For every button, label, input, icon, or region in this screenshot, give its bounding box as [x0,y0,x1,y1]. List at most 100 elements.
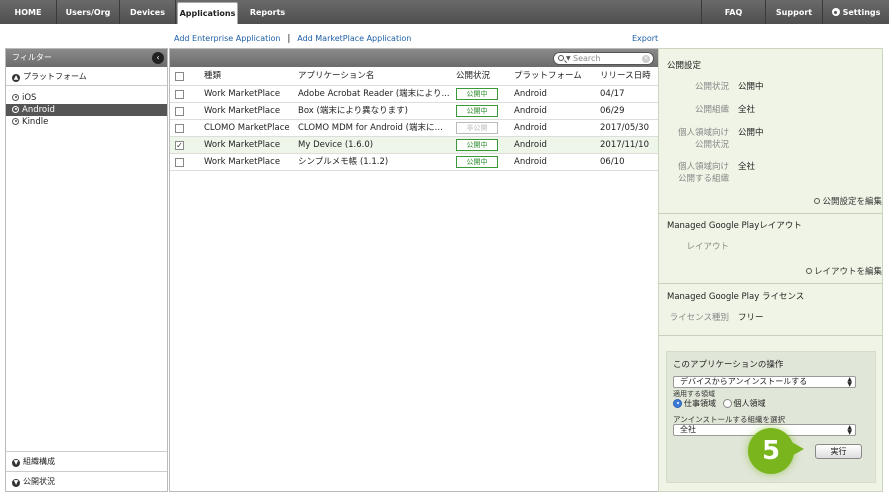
license-type-label: ライセンス種別 [669,313,729,323]
cell-app-name[interactable]: CLOMO MDM for Android (端末によ... [298,120,450,136]
status-badge: 公開中 [456,87,498,100]
status-badge: 公開中 [456,104,498,117]
label-line: 個人領域向け [677,128,729,138]
execute-button[interactable]: 実行 [815,444,862,459]
detail-panel: 公開設定 公開状況 公開中 公開組織 全社 個人領域向け 公開状況 公開中 個人領… [658,48,883,492]
platform-item-android[interactable]: Android [6,104,167,116]
operation-select-value: デバイスからアンインストールする [680,377,808,386]
personal-status-label: 個人領域向け 公開状況 [678,127,729,151]
scope-personal-radio[interactable]: 個人領域 [722,398,766,408]
tab-users-org[interactable]: Users/Org [57,0,120,24]
column-header-platform[interactable]: プラットフォーム [514,67,582,85]
platform-item-ios[interactable]: iOS [6,92,167,104]
cell-platform: Android [514,140,547,150]
org-group-label: 組織構成 [23,457,55,466]
scope-radio-group: 仕事領域 個人領域 [673,398,766,409]
row-checkbox[interactable] [175,124,184,133]
add-enterprise-app-link[interactable]: Add Enterprise Application [174,34,280,43]
table-row[interactable]: Work MarketPlace Adobe Acrobat Reader (端末… [170,86,658,103]
cell-status: 公開中 [456,103,512,119]
filter-title: フィルター [12,53,52,62]
platform-group-header[interactable]: ▲ プラットフォーム [6,67,167,86]
license-type-value: フリー [738,313,764,323]
clear-icon[interactable]: × [642,55,650,63]
cell-app-name[interactable]: シンプルメモ帳 (1.1.2) [298,154,450,170]
table-row[interactable]: Work MarketPlace Box (端末により異なります) 公開中 Andro… [170,103,658,120]
cell-app-name[interactable]: Adobe Acrobat Reader (端末により... [298,86,450,102]
cell-status: 公開中 [456,154,512,170]
select-arrows-icon: ▲ ▼ [847,376,852,388]
collapse-panel-icon[interactable]: ‹ [152,52,164,64]
step-number-badge: 5 [748,428,794,474]
column-header-release-date[interactable]: リリース日時 [600,67,651,85]
top-nav: HOME Users/Org Devices Applications Repo… [0,0,889,24]
search-input[interactable]: ▼ Search × [553,52,654,65]
status-badge: 非公開 [456,121,498,134]
operation-select[interactable]: デバイスからアンインストールする ▲ ▼ [673,376,856,388]
tab-home[interactable]: HOME [0,0,57,24]
publish-status-value: 公開中 [738,82,764,92]
cell-platform: Android [514,157,547,167]
status-badge: 公開中 [456,155,498,168]
cell-release-date: 06/29 [600,106,625,116]
edit-layout-link[interactable]: レイアウトを編集 [805,265,882,277]
status-badge: 公開中 [456,138,498,151]
row-checkbox[interactable]: ✓ [175,141,184,150]
scope-work-label: 仕事領域 [684,399,716,408]
tab-devices[interactable]: Devices [120,0,176,24]
platform-label: Kindle [22,117,49,127]
radio-icon [722,398,732,408]
link-separator: | [287,34,291,44]
cell-release-date: 06/10 [600,157,625,167]
support-link[interactable]: Support [765,0,822,24]
column-header-type[interactable]: 種類 [204,67,221,85]
cell-status: 公開中 [456,86,512,102]
edit-link-label: レイアウトを編集 [813,267,882,277]
row-checkbox[interactable] [175,107,184,116]
faq-link[interactable]: FAQ [701,0,765,24]
filter-panel: フィルター ‹ ▲ プラットフォーム iOS Android Kindle ▼ 組織… [5,48,168,492]
publish-status-group-header[interactable]: ▼ 公開状況 [6,471,167,491]
license-section-title: Managed Google Play ライセンス [667,292,805,302]
radio-dot-icon [12,105,19,113]
settings-label: Settings [842,8,881,17]
table-toolbar: ▼ Search × [170,49,658,67]
row-checkbox[interactable] [175,90,184,99]
column-header-status[interactable]: 公開状況 [456,67,490,85]
cell-type: CLOMO MarketPlace [204,123,290,133]
chevron-up-icon: ▲ [12,74,20,82]
cell-platform: Android [514,123,547,133]
operations-title: このアプリケーションの操作 [673,360,784,370]
edit-publish-settings-link[interactable]: 公開設定を編集 [814,195,882,207]
platform-item-kindle[interactable]: Kindle [6,116,167,128]
layout-section-title: Managed Google Playレイアウト [667,221,802,231]
table-row[interactable]: Work MarketPlace シンプルメモ帳 (1.1.2) 公開中 Androi… [170,154,658,171]
tab-reports[interactable]: Reports [239,0,296,24]
select-arrows-icon: ▲ ▼ [847,424,852,436]
select-all-checkbox[interactable] [175,72,184,81]
label-line: 公開する組織 [677,174,729,184]
export-link[interactable]: Export [632,34,658,43]
table-header: 種類 アプリケーション名 公開状況 プラットフォーム リリース日時 [170,67,658,86]
tab-applications[interactable]: Applications [177,2,238,24]
org-group-header[interactable]: ▼ 組織構成 [6,451,167,471]
scope-work-radio[interactable]: 仕事領域 [673,398,716,408]
settings-link[interactable]: Settings [822,0,889,24]
publish-org-label: 公開組織 [694,105,729,115]
column-header-name[interactable]: アプリケーション名 [298,67,374,85]
cell-app-name[interactable]: Box (端末により異なります) [298,103,450,119]
cell-type: Work MarketPlace [204,106,281,116]
row-checkbox[interactable] [175,158,184,167]
publish-status-label: 公開状況 [694,82,729,92]
table-row[interactable]: ✓ Work MarketPlace My Device (1.6.0) 公開中 And… [170,137,658,154]
radio-dot-icon [12,117,19,125]
personal-status-value: 公開中 [738,128,764,138]
table-row[interactable]: CLOMO MarketPlace CLOMO MDM for Android (… [170,120,658,137]
layout-label: レイアウト [686,242,729,252]
bullet-icon [814,198,821,204]
cell-app-name[interactable]: My Device (1.6.0) [298,137,450,153]
publish-settings-title: 公開設定 [667,61,702,71]
divider [659,335,882,336]
add-marketplace-app-link[interactable]: Add MarketPlace Application [297,34,411,43]
personal-org-value: 全社 [738,162,756,172]
